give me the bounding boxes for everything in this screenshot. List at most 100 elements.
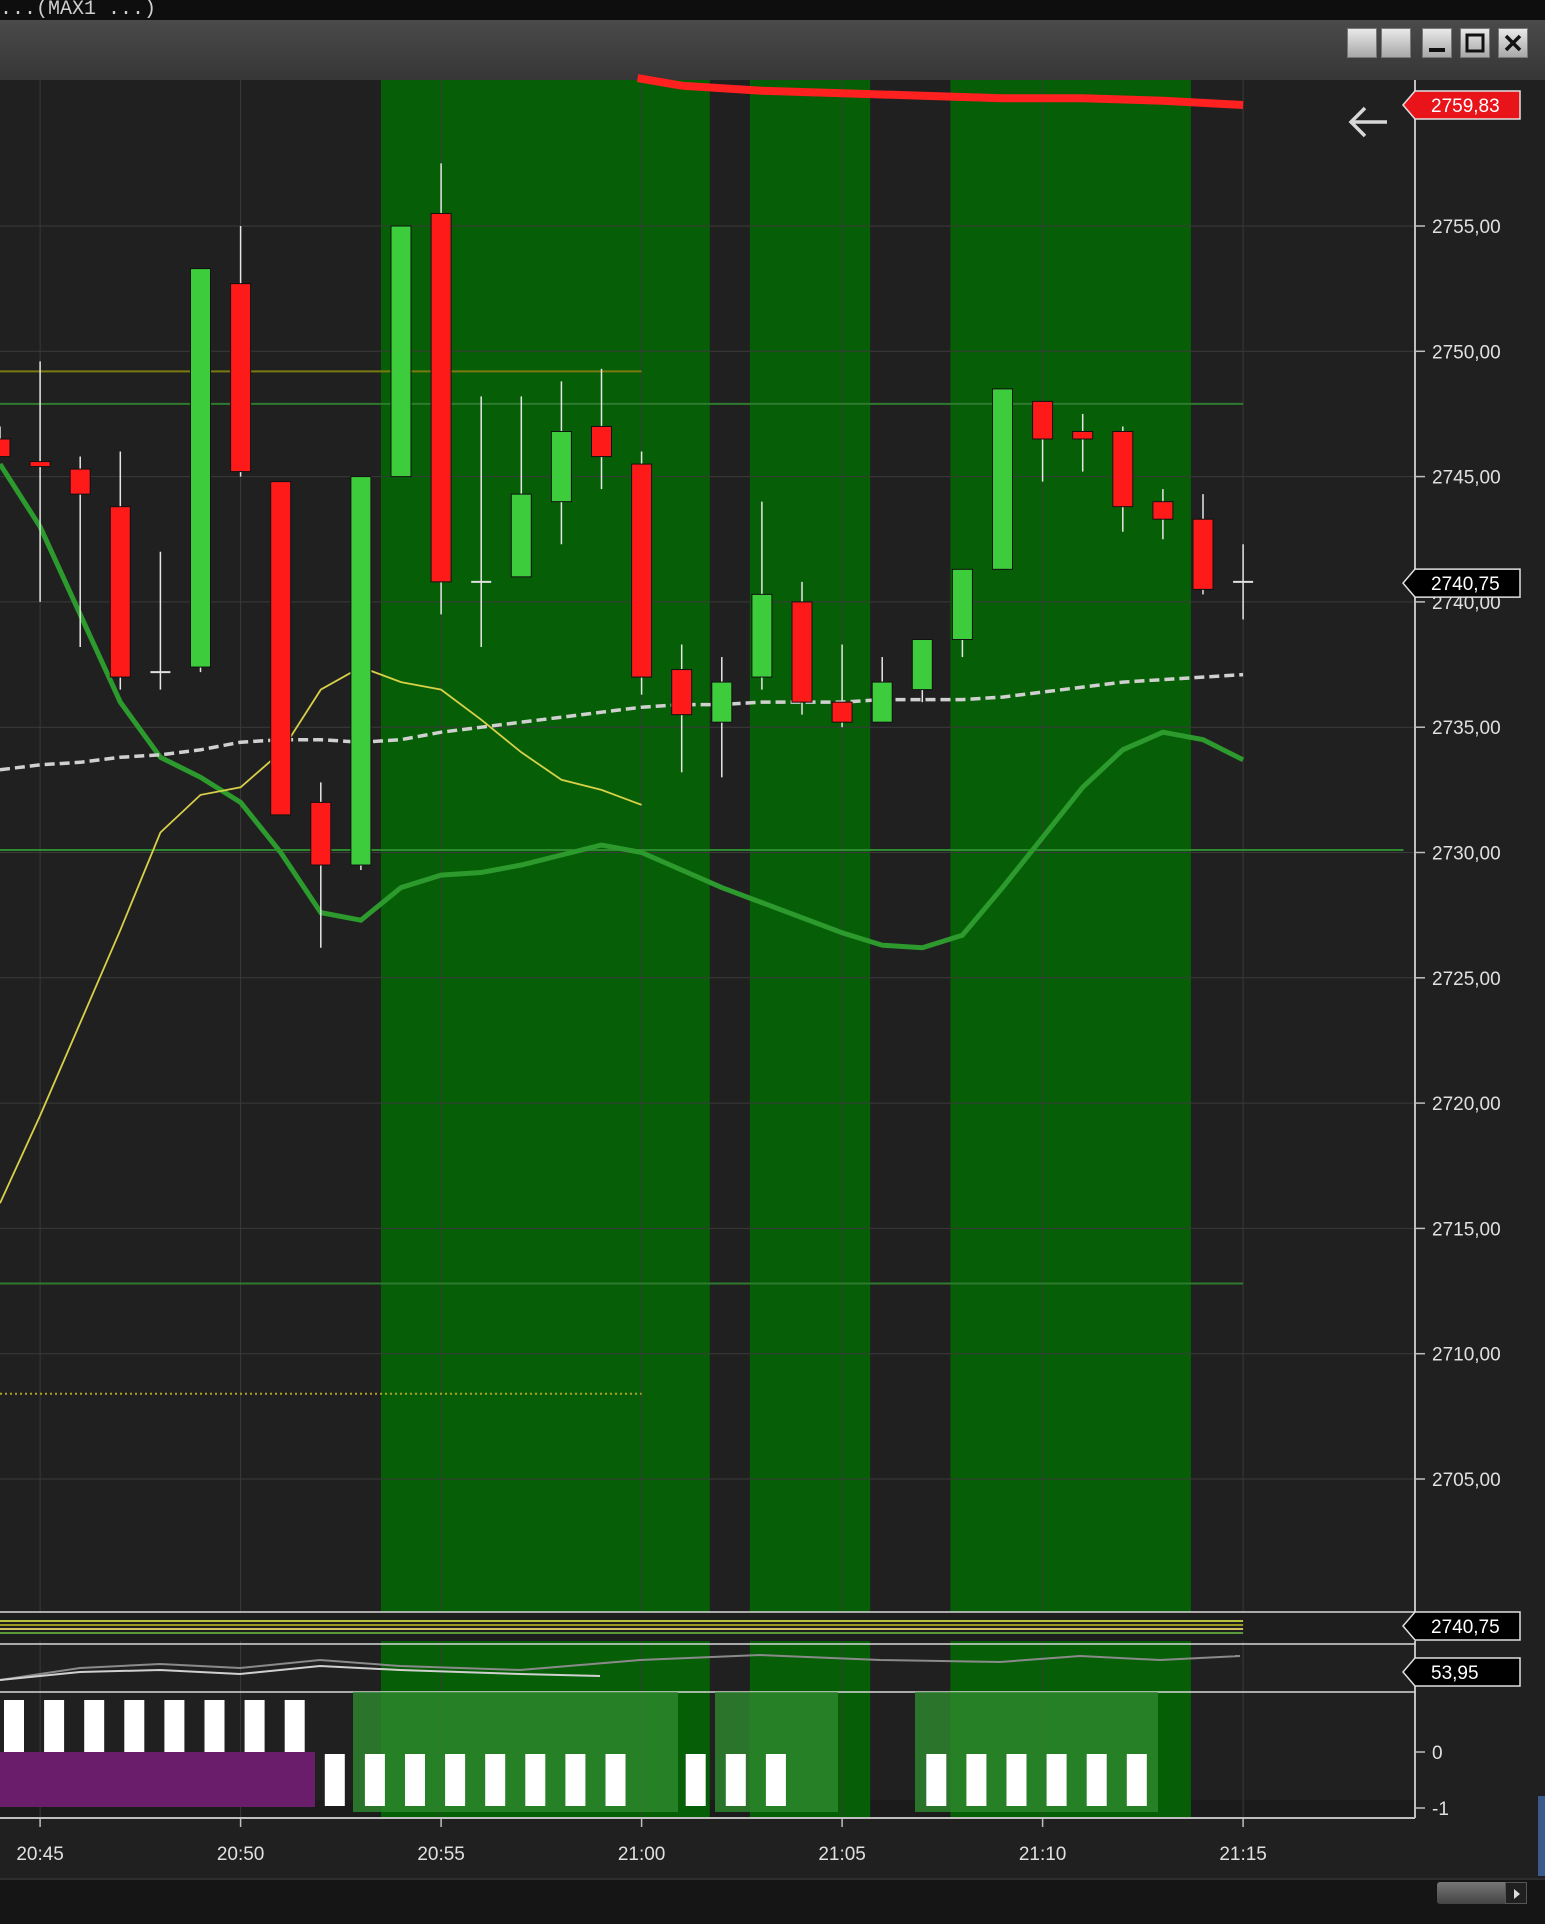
oscillator-bar-14 [565,1754,586,1806]
candle-body [310,801,332,866]
oscillator-bar-18 [725,1754,746,1806]
candle-body [591,425,612,458]
oscillator-bar-12 [485,1754,506,1806]
subpanel-3-tick-label-1: -1 [1432,1799,1449,1820]
oscillator-bar-13 [525,1754,546,1806]
candle-body [510,493,532,578]
candle-body [671,669,693,716]
oscillator-bar-7 [284,1700,305,1752]
candle-20:49 [190,268,211,673]
svg-text:53,95: 53,95 [1431,1663,1479,1684]
oscillator-bar-6 [244,1700,265,1752]
oscillator-bar-24 [966,1754,987,1806]
y-tick-label-6: 2725,00 [1432,969,1501,990]
oscillator-bar-9 [364,1754,385,1806]
oscillator-bar-25 [1006,1754,1027,1806]
oscillator-bar-28 [1126,1754,1147,1806]
candle-body [992,388,1013,570]
x-tick-label-4: 21:05 [818,1844,866,1865]
oscillator-purple-block [0,1752,315,1807]
subpanel-3-tick-label-0: 0 [1432,1743,1443,1764]
highlight-band-1 [749,80,871,1818]
x-tick-label-2: 20:55 [417,1844,465,1865]
oscillator-bar-3 [124,1700,145,1752]
candle-body [550,430,572,503]
candle-body [1112,430,1134,508]
oscillator-bar-11 [445,1754,466,1806]
candle-body [831,701,853,723]
highlight-band-2 [950,80,1191,1818]
x-tick-label-6: 21:15 [1219,1844,1267,1865]
candle-21:09 [992,388,1013,570]
chevron-right-icon [1514,1889,1520,1899]
candle-body [29,461,51,468]
y-tick-label-9: 2710,00 [1432,1345,1501,1366]
candle-body [69,468,91,495]
y-tick-label-10: 2705,00 [1432,1470,1501,1491]
candle-body [751,593,773,678]
oscillator-bar-19 [765,1754,786,1806]
candle-body [1072,430,1094,440]
x-tick-label-5: 21:10 [1019,1844,1067,1865]
oscillator-bar-10 [405,1754,425,1806]
candle-body [871,681,893,723]
side-tab [1538,1796,1545,1876]
y-tick-label-0: 2755,00 [1432,217,1501,238]
subpanel-2-tag: 53,95 [1402,1657,1521,1687]
oscillator-bar-23 [926,1754,947,1806]
candle-body [270,481,292,816]
svg-text:2740,75: 2740,75 [1431,574,1500,595]
oscillator-bar-27 [1086,1754,1107,1806]
oscillator-bar-2 [84,1700,105,1752]
subpanel-1-bg [0,1612,1415,1641]
oscillator-bar-5 [204,1700,225,1752]
oscillator-bar-17 [685,1754,706,1806]
scroll-right-button[interactable] [1505,1882,1527,1904]
y-tick-label-2: 2745,00 [1432,468,1501,489]
svg-text:2740,75: 2740,75 [1431,1617,1500,1638]
candle-body [0,438,11,458]
candle-body [631,463,653,678]
resistance-price-tag: 2759,83 [1402,90,1521,120]
candle-body [791,601,813,703]
candle-body [190,268,211,668]
oscillator-bar-15 [605,1754,626,1806]
candle-20:55 [430,163,452,615]
oscillator-green-block-2 [915,1692,1158,1812]
candle-body [109,506,131,678]
subpanel-1-tag: 2740,75 [1402,1611,1521,1641]
candle-body [711,681,733,723]
candle-body [430,212,452,583]
oscillator-bar-0 [4,1700,24,1752]
candle-body [1152,501,1174,520]
x-tick-label-0: 20:45 [16,1844,64,1865]
candle-body [390,225,412,478]
oscillator-bar-8 [324,1754,345,1806]
svg-text:2759,83: 2759,83 [1431,96,1500,117]
candle-body [951,568,973,640]
candle-20:54 [390,225,412,478]
price-chart[interactable]: 2755,002750,002745,002740,002735,002730,… [0,0,1545,1878]
x-tick-label-1: 20:50 [217,1844,265,1865]
current-price-tag: 2740,75 [1402,568,1521,598]
y-tick-label-8: 2715,00 [1432,1219,1501,1240]
candle-20:51 [270,481,292,816]
horizontal-scroll-thumb[interactable] [1437,1882,1509,1904]
y-tick-label-4: 2735,00 [1432,718,1501,739]
y-tick-label-7: 2720,00 [1432,1094,1501,1115]
candle-body [1032,400,1054,440]
oscillator-green-block-0 [353,1692,678,1812]
highlight-band-0 [380,80,710,1818]
candle-21:00 [631,451,653,695]
candle-21:04 [791,581,813,715]
bottom-scroll-bar [0,1878,1545,1924]
oscillator-bar-4 [164,1700,185,1752]
x-tick-label-3: 21:00 [618,1844,666,1865]
oscillator-bar-26 [1046,1754,1067,1806]
candle-20:53 [350,476,372,871]
candle-body [1192,518,1214,590]
candle-body [350,476,372,866]
y-tick-label-5: 2730,00 [1432,844,1501,865]
candle-body [230,283,252,473]
oscillator-bar-1 [44,1700,65,1752]
